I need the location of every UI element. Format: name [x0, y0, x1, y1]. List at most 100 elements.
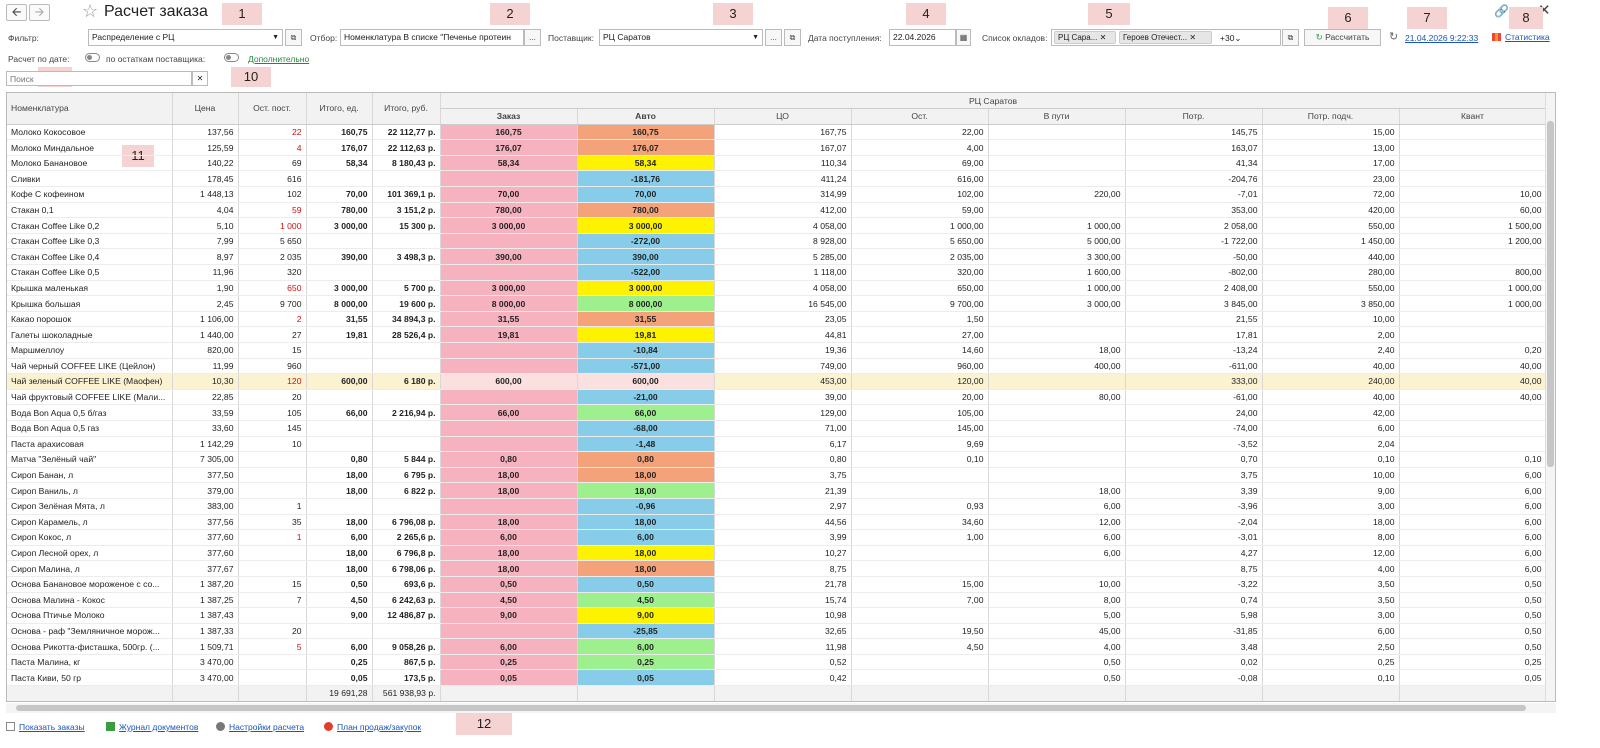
search-input[interactable]: [6, 71, 192, 86]
table-cell-transit[interactable]: [988, 139, 1126, 156]
table-cell-quant[interactable]: 0,50: [1399, 592, 1547, 609]
table-cell-transit[interactable]: 0,50: [988, 654, 1126, 671]
table-cell-stock[interactable]: 5: [238, 638, 307, 655]
table-cell-stock[interactable]: 650: [238, 280, 307, 297]
table-row[interactable]: Сироп Кокос, л 377,60 1 6,00 2 265,6 р. 6,00 6…: [7, 529, 1547, 546]
journal-link[interactable]: Журнал документов: [106, 722, 198, 732]
table-cell-co[interactable]: 411,24: [714, 170, 852, 188]
table-cell-transit[interactable]: 10,00: [988, 576, 1126, 593]
table-cell-co[interactable]: 10,98: [714, 607, 852, 624]
table-cell-ost[interactable]: 145,00: [851, 420, 989, 437]
table-row[interactable]: Сироп Малина, л 377,67 18,00 6 798,06 р. 18,…: [7, 560, 1547, 577]
table-cell-qty[interactable]: [306, 389, 373, 406]
table-cell-ost[interactable]: 15,00: [851, 576, 989, 593]
table-cell-transit[interactable]: 220,00: [988, 186, 1126, 203]
table-cell-name[interactable]: Стакан 0,1: [7, 202, 173, 219]
table-cell-price[interactable]: 1 106,00: [172, 311, 239, 328]
table-cell-order[interactable]: [440, 358, 578, 375]
table-cell-ost[interactable]: 320,00: [851, 264, 989, 281]
table-cell-name[interactable]: Основа Банановое мороженое с со...: [7, 576, 173, 593]
table-cell-price[interactable]: 33,60: [172, 420, 239, 437]
table-cell-ost[interactable]: 650,00: [851, 280, 989, 297]
table-cell-ost[interactable]: [851, 560, 989, 577]
table-cell-co[interactable]: 19,36: [714, 342, 852, 359]
table-cell-stock[interactable]: [238, 451, 307, 468]
table-cell-need[interactable]: 4,27: [1125, 545, 1263, 562]
table-cell-order[interactable]: [440, 623, 578, 640]
table-cell-name[interactable]: Чай зеленый COFFEE LIKE (Маофен): [7, 373, 173, 390]
table-cell-sum[interactable]: 28 526,4 р.: [372, 326, 441, 343]
table-cell-stock[interactable]: [238, 482, 307, 499]
table-cell-ost[interactable]: [851, 482, 989, 499]
more-link[interactable]: Дополнительно: [248, 54, 309, 64]
table-cell-need-sub[interactable]: 13,00: [1262, 139, 1400, 156]
table-cell-order[interactable]: 176,07: [440, 139, 578, 156]
table-cell-transit[interactable]: 18,00: [988, 342, 1126, 359]
table-cell-quant[interactable]: 1 500,00: [1399, 217, 1547, 234]
table-cell-stock[interactable]: [238, 467, 307, 484]
table-row[interactable]: Стакан Coffee Like 0,3 7,99 5 650 -272,00 8 …: [7, 233, 1547, 250]
supplier-open-button[interactable]: ⧉: [784, 29, 801, 46]
col-header[interactable]: Потр. подч.: [1262, 108, 1400, 125]
table-cell-need-sub[interactable]: 10,00: [1262, 311, 1400, 328]
table-cell-stock[interactable]: 145: [238, 420, 307, 437]
table-cell-transit[interactable]: 1 000,00: [988, 280, 1126, 297]
table-cell-need[interactable]: -611,00: [1125, 358, 1263, 375]
table-cell-name[interactable]: Молоко Миндальное: [7, 139, 173, 156]
table-cell-auto[interactable]: -272,00: [577, 233, 715, 250]
table-row[interactable]: Чай фруктовый COFFEE LIKE (Мали... 22,85 2…: [7, 389, 1547, 406]
col-header[interactable]: Авто: [577, 108, 715, 125]
table-cell-name[interactable]: Стакан Coffee Like 0,3: [7, 233, 173, 250]
table-cell-order[interactable]: 19,81: [440, 326, 578, 343]
table-cell-quant[interactable]: 0,50: [1399, 623, 1547, 640]
table-cell-name[interactable]: Стакан Coffee Like 0,5: [7, 264, 173, 281]
table-cell-name[interactable]: Паста арахисовая: [7, 436, 173, 453]
table-cell-price[interactable]: 11,96: [172, 264, 239, 281]
table-cell-qty[interactable]: 0,50: [306, 576, 373, 593]
table-cell-need[interactable]: 5,98: [1125, 607, 1263, 624]
table-row[interactable]: Вода Bon Aqua 0,5 б/газ 33,59 105 66,00 2 21…: [7, 404, 1547, 421]
table-cell-sum[interactable]: 173,5 р.: [372, 669, 441, 687]
table-cell-need-sub[interactable]: 17,00: [1262, 155, 1400, 172]
settings-link[interactable]: Настройки расчета: [216, 722, 304, 732]
table-cell-transit[interactable]: 18,00: [988, 482, 1126, 499]
table-cell-sum[interactable]: 22 112,63 р.: [372, 139, 441, 156]
table-cell-auto[interactable]: -68,00: [577, 420, 715, 437]
table-cell-quant[interactable]: 6,00: [1399, 467, 1547, 484]
table-cell-co[interactable]: 0,52: [714, 654, 852, 671]
table-row[interactable]: Паста Киви, 50 гр 3 470,00 0,05 173,5 р. 0,0…: [7, 669, 1547, 687]
table-cell-quant[interactable]: [1399, 436, 1547, 453]
table-row[interactable]: Крышка большая 2,45 9 700 8 000,00 19 600 р.…: [7, 295, 1547, 312]
search-clear-button[interactable]: ✕: [192, 71, 208, 86]
table-cell-sum[interactable]: 6 242,63 р.: [372, 592, 441, 609]
table-row[interactable]: Паста Малина, кг 3 470,00 0,25 867,5 р. 0,25…: [7, 654, 1547, 671]
table-cell-need[interactable]: -0,08: [1125, 669, 1263, 687]
table-cell-sum[interactable]: [372, 420, 441, 437]
table-cell-transit[interactable]: [988, 404, 1126, 421]
table-cell-need-sub[interactable]: 2,04: [1262, 436, 1400, 453]
table-cell-transit[interactable]: 6,00: [988, 529, 1126, 546]
table-cell-price[interactable]: 820,00: [172, 342, 239, 359]
table-cell-price[interactable]: 1 387,25: [172, 592, 239, 609]
table-cell-price[interactable]: 3 470,00: [172, 654, 239, 671]
table-cell-need[interactable]: 145,75: [1125, 124, 1263, 141]
table-cell-qty[interactable]: [306, 420, 373, 437]
table-cell-price[interactable]: 1 387,20: [172, 576, 239, 593]
table-cell-price[interactable]: 137,56: [172, 124, 239, 141]
table-cell-qty[interactable]: 8 000,00: [306, 295, 373, 312]
table-cell-auto[interactable]: 18,00: [577, 560, 715, 577]
table-cell-ost[interactable]: 0,10: [851, 451, 989, 468]
table-cell-price[interactable]: 8,97: [172, 248, 239, 266]
table-cell-need-sub[interactable]: 550,00: [1262, 217, 1400, 234]
table-cell-stock[interactable]: 1 000: [238, 217, 307, 234]
table-cell-sum[interactable]: 693,6 р.: [372, 576, 441, 593]
table-cell-need[interactable]: -74,00: [1125, 420, 1263, 437]
table-cell-stock[interactable]: 10: [238, 436, 307, 453]
calc-datetime-link[interactable]: 21.04.2026 9:22:33: [1405, 33, 1478, 43]
table-cell-qty[interactable]: [306, 498, 373, 515]
table-cell-name[interactable]: Матча "Зелёный чай": [7, 451, 173, 468]
table-cell-quant[interactable]: 6,00: [1399, 514, 1547, 531]
table-cell-ost[interactable]: 616,00: [851, 170, 989, 188]
table-row[interactable]: Вода Bon Aqua 0,5 газ 33,60 145 -68,00 71,00…: [7, 420, 1547, 437]
table-cell-qty[interactable]: 176,07: [306, 139, 373, 156]
